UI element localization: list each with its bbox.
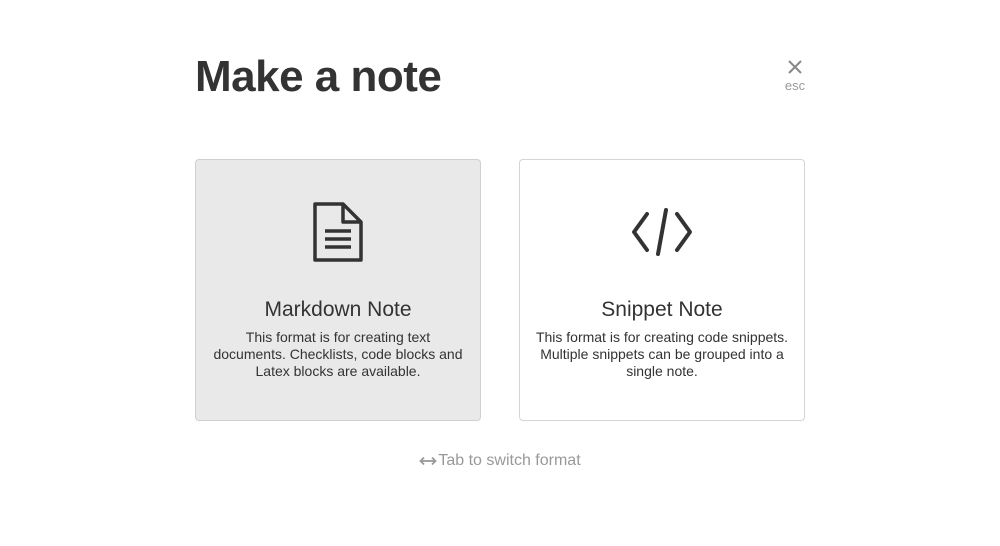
hint-text: Tab to switch format: [438, 452, 581, 469]
markdown-note-description: This format is for creating text documen…: [213, 329, 463, 379]
code-icon-wrapper: [520, 202, 804, 262]
markdown-note-option[interactable]: Markdown Note This format is for creatin…: [195, 159, 481, 421]
dialog-title: Make a note: [195, 52, 442, 101]
new-note-dialog: Make a note esc Markdown Note This forma…: [0, 0, 1000, 546]
esc-label: esc: [784, 78, 806, 93]
document-icon: [313, 202, 363, 262]
switch-format-hint: Tab to switch format: [0, 451, 1000, 471]
close-button[interactable]: esc: [780, 58, 810, 93]
snippet-note-title: Snippet Note: [601, 298, 723, 321]
code-icon: [632, 208, 692, 256]
document-icon-wrapper: [196, 202, 480, 262]
snippet-note-option[interactable]: Snippet Note This format is for creating…: [519, 159, 805, 421]
close-icon: [788, 60, 802, 74]
snippet-note-description: This format is for creating code snippet…: [535, 329, 789, 379]
markdown-note-title: Markdown Note: [264, 298, 412, 321]
horizontal-arrows-icon: [419, 456, 438, 465]
